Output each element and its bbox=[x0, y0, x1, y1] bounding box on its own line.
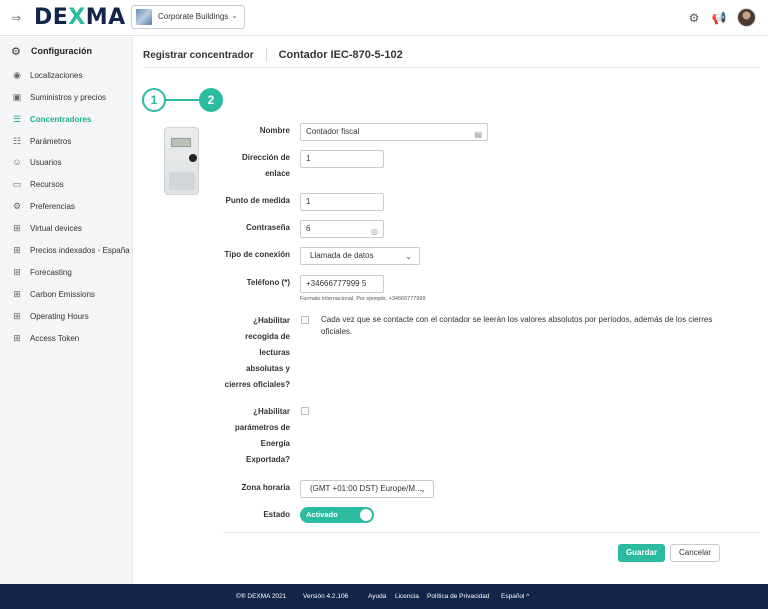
direccion-label-line-2: enlace bbox=[265, 169, 290, 178]
toggle-knob bbox=[360, 509, 372, 521]
eye-icon[interactable]: ◎ bbox=[371, 224, 378, 240]
zona-select[interactable]: (GMT +01:00 DST) Europe/M... ⌄ bbox=[300, 480, 434, 498]
building-thumbnail bbox=[136, 9, 152, 25]
building-name: Corporate Buildings bbox=[158, 12, 229, 21]
chevron-down-icon: ⌄ bbox=[231, 11, 238, 20]
concentrator-icon: ☰ bbox=[12, 113, 22, 124]
punto-input[interactable]: 1 bbox=[300, 193, 384, 211]
grid-icon: ⊞ bbox=[13, 288, 21, 299]
sidebar-item-forecasting[interactable]: ⊞ Forecasting bbox=[11, 265, 131, 279]
sidebar-item-localizaciones[interactable]: ◉ Localizaciones bbox=[11, 68, 131, 82]
chevron-down-icon: ⌄ bbox=[405, 252, 412, 261]
folder-icon: ▭ bbox=[12, 178, 22, 189]
page-title: Contador IEC-870-5-102 bbox=[278, 49, 403, 61]
footer-privacy-link[interactable]: Política de Privacidad bbox=[427, 593, 490, 600]
grid-icon: ⊞ bbox=[13, 222, 21, 233]
sidebar-heading: ⚙ Configuración bbox=[11, 45, 92, 58]
step-2: 2 bbox=[199, 88, 223, 112]
estado-label: Estado bbox=[263, 510, 290, 519]
grid-icon: ⊞ bbox=[13, 310, 21, 321]
sidebar-item-suministros[interactable]: ▣ Suministros y precios bbox=[11, 90, 131, 104]
form-footer-separator bbox=[223, 532, 759, 533]
main-content: Registrar concentrador Contador IEC-870-… bbox=[134, 37, 768, 584]
step-connector bbox=[166, 99, 199, 101]
contrasena-label: Contraseña bbox=[245, 223, 290, 232]
cancel-button[interactable]: Cancelar bbox=[670, 544, 720, 562]
gear-icon: ⚙ bbox=[11, 45, 21, 58]
grid-icon: ⊞ bbox=[13, 244, 21, 255]
sidebar: ⚙ Configuración ◉ Localizaciones ▣ Suminis… bbox=[0, 37, 133, 584]
habilitar-parametros-label: ¿Habilitar parámetros de Energía Exporta… bbox=[234, 407, 290, 464]
footer: ©® DEXMA 2021 Versión 4.2.106 Ayuda Lice… bbox=[0, 584, 768, 609]
breadcrumb[interactable]: Registrar concentrador bbox=[143, 50, 254, 61]
telefono-input[interactable]: +34666777999 5 bbox=[300, 275, 384, 293]
sidebar-item-concentradores[interactable]: ☰ Concentradores bbox=[11, 112, 131, 126]
habilitar-parametros-checkbox[interactable] bbox=[301, 407, 309, 415]
header-divider bbox=[265, 48, 267, 62]
nombre-input[interactable]: Contador fiscal ▤ bbox=[300, 123, 488, 141]
sidebar-item-preferencias[interactable]: ⚙ Preferencias bbox=[11, 199, 131, 213]
zona-label: Zona horaria bbox=[241, 483, 290, 492]
nombre-label: Nombre bbox=[259, 126, 290, 135]
megaphone-icon[interactable]: 📢 bbox=[711, 10, 727, 26]
gear-icon[interactable]: ⚙ bbox=[686, 10, 702, 26]
habilitar-recogida-checkbox[interactable] bbox=[301, 316, 309, 324]
sliders-icon: ☷ bbox=[12, 135, 22, 146]
telefono-hint: Formato internacional. Por ejemplo, +346… bbox=[300, 296, 426, 302]
header-separator bbox=[143, 67, 759, 68]
sidebar-item-operating-hours[interactable]: ⊞ Operating Hours bbox=[11, 309, 131, 323]
contact-card-icon: ▤ bbox=[474, 130, 482, 139]
user-circle-icon: ☺ bbox=[12, 157, 22, 167]
page-header: Registrar concentrador Contador IEC-870-… bbox=[143, 47, 403, 63]
building-selector[interactable]: Corporate Buildings ⌄ bbox=[131, 5, 245, 29]
telefono-label: Teléfono (*) bbox=[246, 278, 290, 287]
step-1[interactable]: 1 bbox=[142, 88, 166, 112]
footer-version: Versión 4.2.106 bbox=[303, 593, 349, 600]
direccion-label-line-1: Dirección de bbox=[241, 153, 290, 162]
footer-help-link[interactable]: Ayuda bbox=[368, 593, 386, 600]
contrasena-input[interactable]: 6 ◎ bbox=[300, 220, 384, 238]
sidebar-item-virtual-devices[interactable]: ⊞ Virtual devices bbox=[11, 221, 131, 235]
save-button[interactable]: Guardar bbox=[618, 544, 665, 562]
avatar[interactable] bbox=[737, 8, 756, 27]
punto-label: Punto de medida bbox=[225, 196, 290, 205]
sidebar-item-precios-indexados[interactable]: ⊞ Precios indexados - España bbox=[11, 243, 131, 257]
direccion-input[interactable]: 1 bbox=[300, 150, 384, 168]
tipo-label: Tipo de conexión bbox=[224, 250, 290, 259]
gear-icon: ⚙ bbox=[12, 200, 22, 211]
footer-language-selector[interactable]: Español ^ bbox=[501, 593, 529, 600]
tipo-select[interactable]: Llamada de datos ⌄ bbox=[300, 247, 420, 265]
sidebar-item-recursos[interactable]: ▭ Recursos bbox=[11, 177, 131, 191]
sidebar-item-access-token[interactable]: ⊞ Access Token bbox=[11, 331, 131, 345]
footer-copyright: ©® DEXMA 2021 bbox=[236, 593, 287, 600]
wallet-icon: ▣ bbox=[12, 91, 22, 102]
location-pin-icon: ◉ bbox=[13, 69, 21, 80]
footer-license-link[interactable]: Licencia bbox=[395, 593, 419, 600]
grid-icon: ⊞ bbox=[13, 332, 21, 343]
sidebar-item-carbon-emissions[interactable]: ⊞ Carbon Emissions bbox=[11, 287, 131, 301]
habilitar-recogida-help: Cada vez que se contacte con el contador… bbox=[321, 315, 713, 336]
sidebar-item-usuarios[interactable]: ☺ Usuarios bbox=[11, 155, 131, 169]
top-bar: ⇒ DEXMA Corporate Buildings ⌄ ⚙ 📢 bbox=[0, 0, 768, 36]
sidebar-item-parametros[interactable]: ☷ Parámetros bbox=[11, 134, 131, 148]
dexma-logo[interactable]: DEXMA bbox=[34, 6, 126, 30]
menu-toggle-icon[interactable]: ⇒ bbox=[11, 10, 27, 26]
grid-icon: ⊞ bbox=[13, 266, 21, 277]
estado-toggle[interactable]: Activado bbox=[300, 507, 374, 523]
habilitar-recogida-label: ¿Habilitar recogida de lecturas absoluta… bbox=[224, 316, 290, 389]
chevron-down-icon: ⌄ bbox=[419, 485, 426, 494]
